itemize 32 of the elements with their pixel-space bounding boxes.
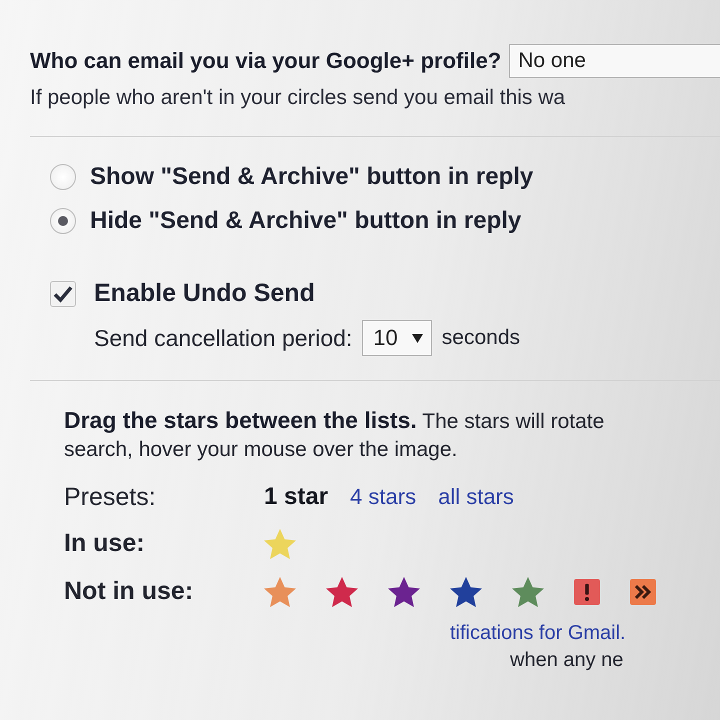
preset-link[interactable]: 4 stars — [350, 484, 416, 510]
unit-label: seconds — [442, 326, 520, 350]
checkmark-icon — [53, 284, 73, 302]
preset-option[interactable]: 1 star — [264, 483, 328, 512]
star-icon[interactable] — [388, 576, 420, 608]
preset-link[interactable]: all stars — [438, 484, 514, 510]
instruction-text: Drag the stars between the lists. The stars will rotate — [64, 406, 606, 435]
row-label: Presets: — [64, 482, 157, 512]
star-icon[interactable] — [512, 576, 544, 608]
row-label: In use: — [64, 529, 146, 558]
star-icon[interactable] — [264, 528, 296, 560]
notifications-text: when any ne — [510, 648, 624, 672]
dropdown[interactable]: 10 — [362, 320, 432, 356]
notifications-link[interactable]: tifications for Gmail. — [450, 622, 626, 645]
checkbox[interactable] — [50, 280, 76, 306]
row-label: Not in use: — [64, 577, 194, 606]
setting-question: Who can email you via your Google+ profile? — [30, 48, 502, 74]
radio-button[interactable] — [50, 164, 76, 190]
star-icon[interactable] — [326, 576, 358, 608]
exclamation-icon[interactable] — [574, 578, 600, 605]
star-icon[interactable] — [450, 576, 482, 608]
instruction-text: search, hover your mouse over the image. — [64, 437, 458, 464]
star-icon[interactable] — [264, 576, 296, 608]
dropdown[interactable]: No one — [509, 44, 720, 78]
period-label: Send cancellation period: — [94, 324, 352, 352]
caret-icon — [412, 334, 423, 342]
checkbox-label: Enable Undo Send — [94, 279, 315, 308]
setting-description: If people who aren't in your circles send you email this wa — [30, 86, 566, 110]
option-label: Hide "Send & Archive" button in reply — [90, 207, 522, 235]
double-chevron-icon[interactable] — [630, 578, 656, 605]
radio-button[interactable] — [50, 208, 76, 234]
option-label: Show "Send & Archive" button in reply — [90, 163, 534, 191]
